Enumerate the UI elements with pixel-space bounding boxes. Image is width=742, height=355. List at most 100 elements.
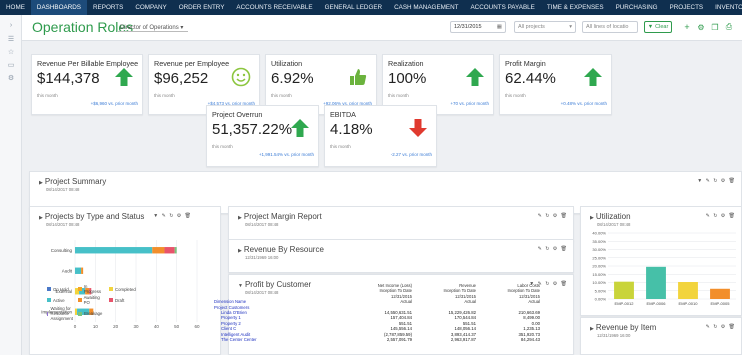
bar[interactable] [646,266,666,299]
caret-right-icon[interactable]: ▶ [590,215,594,221]
legend-label: Active [53,297,65,303]
arrow-down-icon [409,119,427,137]
chevron-right-icon[interactable]: › [0,19,22,32]
smiley-icon [231,67,251,87]
bar-segment[interactable] [152,247,165,254]
legend-swatch [47,298,51,302]
kpi-card[interactable]: Project Overrun 51,357.22% this month +1… [206,105,319,167]
widget-title: ▶ Utilization [590,212,631,221]
caret-right-icon[interactable]: ▶ [39,180,43,186]
nav-item[interactable]: ACCOUNTS RECEIVABLE [230,0,318,15]
nav-item[interactable]: PROJECTS [664,0,710,15]
widget-toolbar[interactable]: ✎ ↻ ⚙ 🗑 [706,324,736,330]
kpi-card[interactable]: EBITDA 4.18% this month -2.27 vs. prior … [324,105,437,167]
star-icon[interactable]: ☆ [0,45,22,58]
role-dropdown[interactable]: Director of Operations ▾ [118,24,188,32]
bar[interactable] [678,282,698,299]
caret-right-icon[interactable]: ▶ [238,248,242,254]
caret-right-icon[interactable]: ▶ [39,215,43,221]
nav-item[interactable]: PURCHASING [610,0,664,15]
widget-date: 12/31/1969 16:00 [597,333,631,338]
kpi-card[interactable]: Profit Margin 62.44% this month +0.48% v… [499,54,612,115]
bar[interactable] [614,281,634,299]
bar[interactable] [710,288,730,299]
nav-item[interactable]: COMPANY [129,0,172,15]
left-sidebar: › ☰ ☆ ▭ ⚙ [0,15,22,355]
thumbs-up-icon [350,69,367,85]
add-icon[interactable]: + [682,21,692,33]
widget-toolbar[interactable]: ✎ ↻ ⚙ 🗑 [538,246,568,252]
print-icon[interactable]: ⎙ [724,21,734,33]
legend-item[interactable]: Draft [109,295,136,305]
legend-label: On Hold [53,286,69,292]
customer-link[interactable]: The Center Center [214,337,352,342]
widget-toolbar[interactable]: ▼ ✎ ↻ ⚙ 🗑 [153,213,192,219]
kpi-title: Revenue per Employee [154,59,230,68]
list-icon[interactable]: ☰ [0,32,22,45]
legend-item[interactable]: Breakage [78,306,105,321]
nav-item[interactable]: INVENTORY CONTROL [709,0,742,15]
utilization-chart: 0.00% 5.00% 10.00% 15.00% 20.00% 25.00% 30.00%… [592,231,736,306]
legend-item[interactable]: Active [47,295,74,305]
profit-table: Net Income (Loss) Revenue Labor Costs Incep… [214,283,546,342]
monitor-icon[interactable]: ▭ [0,58,22,71]
kpi-value: 100% [388,70,427,87]
caret-right-icon[interactable]: ▶ [590,326,594,332]
bar-segment[interactable] [81,267,84,274]
bar-segment[interactable] [174,247,177,254]
project-summary-title: Project Summary [44,177,107,186]
locations-filter[interactable]: All lines of locatio [582,21,638,33]
legend-swatch [47,287,51,291]
x-tick-label: EMP-0005 [711,301,731,306]
nav-item[interactable]: HOME [0,0,31,15]
legend-item[interactable]: In Progress [78,284,105,294]
filter-icon: ▼ [647,24,654,30]
caret-right-icon[interactable]: ▶ [238,215,242,221]
legend-item[interactable]: On Hold [47,284,74,294]
legend-item[interactable]: Awaiting PO [78,295,105,305]
kpi-change: -2.27 vs. prior month [390,152,432,157]
chart-legend: On Hold In Progress Completed Active Awaitin… [47,284,136,322]
projects-placeholder: All projects [518,24,545,30]
clear-button[interactable]: ▼ Clear [644,21,672,33]
gear-icon[interactable]: ⚙ [0,71,22,84]
bar-segment[interactable] [75,267,82,274]
x-tick-label: 10 [93,324,99,329]
nav-item[interactable]: TIME & EXPENSES [541,0,610,15]
arrow-up-icon [466,68,484,86]
gear-icon[interactable]: ⚙ [696,21,706,33]
role-value: Director of Operations [120,25,179,31]
widget-toolbar[interactable]: ✎ ↻ ⚙ 🗑 [538,213,568,219]
kpi-card[interactable]: Revenue Per Billable Employee $144,378 t… [31,54,143,115]
legend-swatch [78,311,82,316]
date-value: 12/31/2015 [454,24,482,30]
nav-item[interactable]: ACCOUNTS PAYABLE [464,0,540,15]
widget-toolbar[interactable]: ✎ ↻ ⚙ 🗑 [706,213,736,219]
nav-item[interactable]: DASHBOARDS [30,0,87,15]
nav-item[interactable]: ORDER ENTRY [173,0,231,15]
revenue-by-resource-title: Revenue By Resource [243,245,324,254]
kpi-title: Utilization [271,59,303,68]
kpi-title: EBITDA [330,110,356,119]
widget-date: 08/14/2017 08:48 [597,222,631,227]
widget-toolbar[interactable]: ▼ ✎ ↻ ⚙ 🗑 [697,178,736,184]
nav-item[interactable]: CASH MANAGEMENT [388,0,464,15]
kpi-period: this month [505,93,526,98]
clear-label: Clear [655,24,669,30]
bar-segment[interactable] [75,247,153,254]
legend-swatch [78,298,82,302]
projects-by-type-title: Projects by Type and Status [44,212,145,221]
chevron-down-icon: ▾ [569,24,572,30]
nav-item[interactable]: GENERAL LEDGER [319,0,389,15]
date-field[interactable]: 12/31/2015 ▦ [450,21,506,33]
bar-segment[interactable] [164,247,175,254]
legend-item[interactable]: Completed [109,284,136,294]
kpi-period: this month [388,93,409,98]
kpi-change: +70 vs. prior month [450,101,489,106]
revenue-by-item-title: Revenue by Item [595,323,657,332]
nav-item[interactable]: REPORTS [87,0,129,15]
legend-item[interactable]: Waiting for Resource Assignment [47,306,74,321]
copy-icon[interactable]: ❐ [710,21,720,33]
widget-title: ▶ Revenue by Item [590,323,656,332]
projects-filter[interactable]: All projects ▾ [514,21,576,33]
